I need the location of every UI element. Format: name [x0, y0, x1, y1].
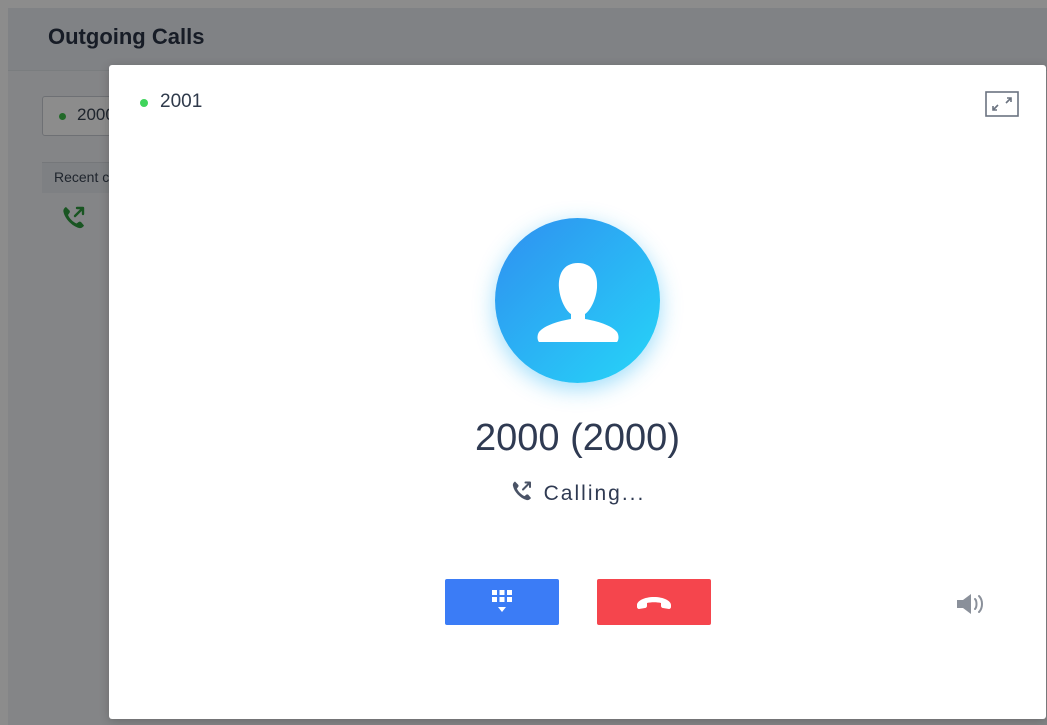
minimize-button[interactable]: [985, 91, 1019, 117]
extension-status-dot: [140, 99, 148, 107]
call-dialog: 2001 2000 (2000) Calling...: [109, 65, 1046, 719]
call-status: Calling...: [109, 479, 1046, 509]
callee-name: 2000 (2000): [475, 417, 680, 459]
dialpad-button[interactable]: [445, 579, 559, 625]
minimize-icon: [985, 91, 1019, 121]
call-status-text: Calling...: [543, 482, 646, 505]
caller-extension: 2001: [160, 91, 203, 112]
hang-up-button[interactable]: [597, 579, 711, 625]
callee-avatar: [495, 218, 660, 383]
outgoing-call-icon: [510, 479, 534, 509]
speaker-button[interactable]: [955, 591, 995, 617]
speaker-icon: [955, 594, 995, 621]
